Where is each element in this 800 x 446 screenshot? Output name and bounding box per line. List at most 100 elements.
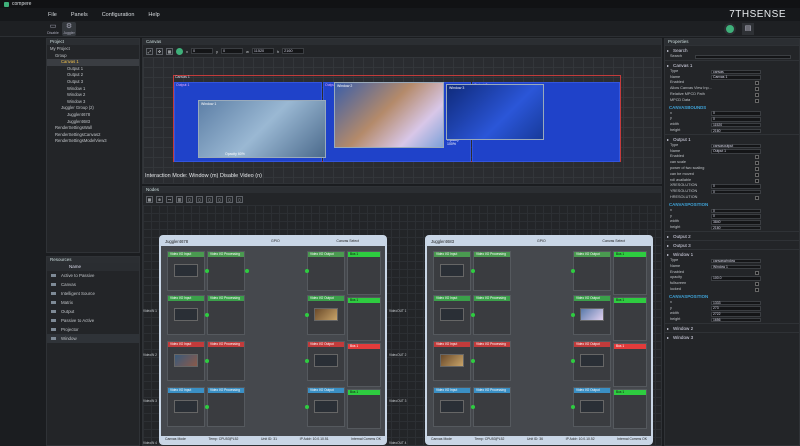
property-value[interactable]: 2722 — [711, 312, 761, 317]
input-block[interactable]: Video I/O Input — [167, 387, 205, 427]
output-block[interactable]: Video I/O Output — [307, 341, 345, 381]
property-checkbox[interactable] — [755, 166, 759, 171]
section-output-3[interactable]: Output 3 — [665, 239, 799, 250]
tree-item[interactable]: Window 1 — [47, 86, 139, 93]
record-button[interactable] — [724, 23, 736, 35]
input-block[interactable]: Video I/O Input — [167, 251, 205, 291]
property-checkbox[interactable] — [755, 178, 759, 183]
panel-icon[interactable]: ▯ — [196, 195, 203, 203]
juggler-node[interactable]: Juggler4683 GPIO Canvas Select Video I/O… — [425, 235, 653, 445]
property-value[interactable]: 2160 — [711, 128, 761, 134]
port[interactable] — [245, 269, 249, 273]
tree-item[interactable]: Window 2 — [47, 92, 139, 99]
property-value[interactable]: 0 — [711, 214, 761, 219]
property-value[interactable]: 0 — [711, 189, 761, 195]
juggler-node[interactable]: Juggler4678 GPIO Canvas Select Video I/O… — [159, 235, 387, 445]
port[interactable] — [205, 405, 209, 409]
port[interactable] — [305, 313, 309, 317]
bus-block[interactable]: Bus 1 — [347, 251, 381, 295]
bus-block[interactable]: Bus 1 — [347, 297, 381, 341]
property-checkbox[interactable] — [755, 195, 759, 200]
property-checkbox[interactable] — [755, 270, 759, 275]
canvas-frame[interactable]: Canvas 1 Output 1 Output 2 Output 3 Wind… — [173, 75, 621, 162]
bus-block[interactable]: Bus 1 — [613, 389, 647, 429]
snap-toggle[interactable] — [176, 47, 183, 55]
resource-item[interactable]: Active to Passive — [47, 271, 139, 280]
grid-icon[interactable]: ▦ — [166, 47, 173, 55]
height-field[interactable]: 2160 — [282, 48, 305, 54]
property-value[interactable]: 0 — [711, 208, 761, 214]
tree-item[interactable]: RenderSettingsCanvas2 — [47, 132, 139, 139]
property-value[interactable]: Window 1 — [711, 264, 761, 270]
connect-icon[interactable]: ⊕ — [156, 195, 163, 203]
port[interactable] — [205, 359, 209, 363]
node-graph[interactable]: Juggler4678 GPIO Canvas Select Video I/O… — [143, 205, 661, 445]
section-window-2[interactable]: Window 2 — [665, 322, 799, 333]
window-1[interactable]: Window 1 Opacity 60% — [198, 100, 326, 158]
property-value[interactable]: 273 — [711, 306, 761, 311]
juggler-button[interactable]: ⚙ Juggler — [62, 22, 76, 36]
port[interactable] — [571, 313, 575, 317]
tree-item[interactable]: Juggler4683 — [47, 119, 139, 126]
output-block[interactable]: Video I/O Output — [573, 341, 611, 381]
tree-item[interactable]: Group — [47, 53, 139, 60]
resource-item[interactable]: Window — [47, 334, 139, 343]
property-checkbox[interactable] — [755, 81, 759, 86]
tree-item[interactable]: Output 1 — [47, 66, 139, 73]
property-value[interactable]: 1333 — [711, 300, 761, 305]
property-checkbox[interactable] — [755, 92, 759, 97]
output-block[interactable]: Video I/O Output — [307, 387, 345, 427]
tree-item[interactable]: My Project — [47, 46, 139, 53]
resource-item[interactable]: Projector — [47, 325, 139, 334]
property-checkbox[interactable] — [755, 161, 759, 166]
panel-icon[interactable]: ▯ — [226, 195, 233, 203]
tree-item[interactable]: Output 2 — [47, 72, 139, 79]
panel-icon[interactable]: ▯ — [216, 195, 223, 203]
property-value[interactable]: 0 — [711, 184, 761, 189]
processing-block[interactable]: Video I/O Processing — [207, 251, 245, 291]
tree-item[interactable]: Juggler Group (2) — [47, 105, 139, 112]
processing-block[interactable]: Video I/O Processing — [207, 295, 245, 335]
port[interactable] — [205, 313, 209, 317]
processing-block[interactable]: Video I/O Processing — [207, 341, 245, 381]
resource-item[interactable]: Output — [47, 307, 139, 316]
menu-panels[interactable]: Panels — [71, 12, 88, 18]
port[interactable] — [471, 359, 475, 363]
section-output-1[interactable]: Output 1 — [665, 133, 799, 144]
port[interactable] — [205, 269, 209, 273]
panel-icon[interactable]: ▯ — [236, 195, 243, 203]
panel-icon[interactable]: ▯ — [206, 195, 213, 203]
property-checkbox[interactable] — [755, 98, 759, 103]
layout-icon[interactable]: ▥ — [176, 195, 183, 203]
property-value[interactable]: 2160 — [711, 225, 761, 231]
section-window-1[interactable]: Window 1 — [665, 248, 799, 259]
property-checkbox[interactable] — [755, 87, 759, 92]
port[interactable] — [305, 269, 309, 273]
property-checkbox[interactable] — [755, 282, 759, 287]
tree-item[interactable]: RenderSettingsWall — [47, 125, 139, 132]
property-checkbox[interactable] — [755, 155, 759, 160]
property-checkbox[interactable] — [755, 172, 759, 177]
port[interactable] — [305, 359, 309, 363]
resource-item[interactable]: Passive to Active — [47, 316, 139, 325]
panel-icon[interactable]: ▯ — [186, 195, 193, 203]
move-icon[interactable]: ✥ — [156, 47, 163, 55]
tree-item[interactable]: RenderSettingsModelView3 — [47, 138, 139, 145]
output-block[interactable]: Video I/O Output — [307, 295, 345, 335]
link-icon[interactable]: ⤳ — [166, 195, 173, 203]
menu-file[interactable]: File — [48, 12, 57, 18]
section-window-3[interactable]: Window 3 — [665, 331, 799, 342]
property-value[interactable]: canvaswindow — [711, 258, 761, 264]
bus-block[interactable]: Bus 1 — [347, 389, 381, 429]
x-field[interactable]: 0 — [191, 48, 213, 54]
input-block[interactable]: Video I/O Input — [167, 295, 205, 335]
tree-item[interactable]: Output 3 — [47, 79, 139, 86]
port[interactable] — [571, 359, 575, 363]
bus-block[interactable]: Bus 1 — [347, 343, 381, 387]
section-output-2[interactable]: Output 2 — [665, 230, 799, 241]
port[interactable] — [305, 405, 309, 409]
input-block[interactable]: Video I/O Input — [433, 295, 471, 335]
property-value[interactable]: Output 1 — [711, 149, 761, 154]
canvas-viewport[interactable]: Canvas 1 Output 1 Output 2 Output 3 Wind… — [143, 57, 661, 183]
input-block[interactable]: Video I/O Input — [433, 341, 471, 381]
